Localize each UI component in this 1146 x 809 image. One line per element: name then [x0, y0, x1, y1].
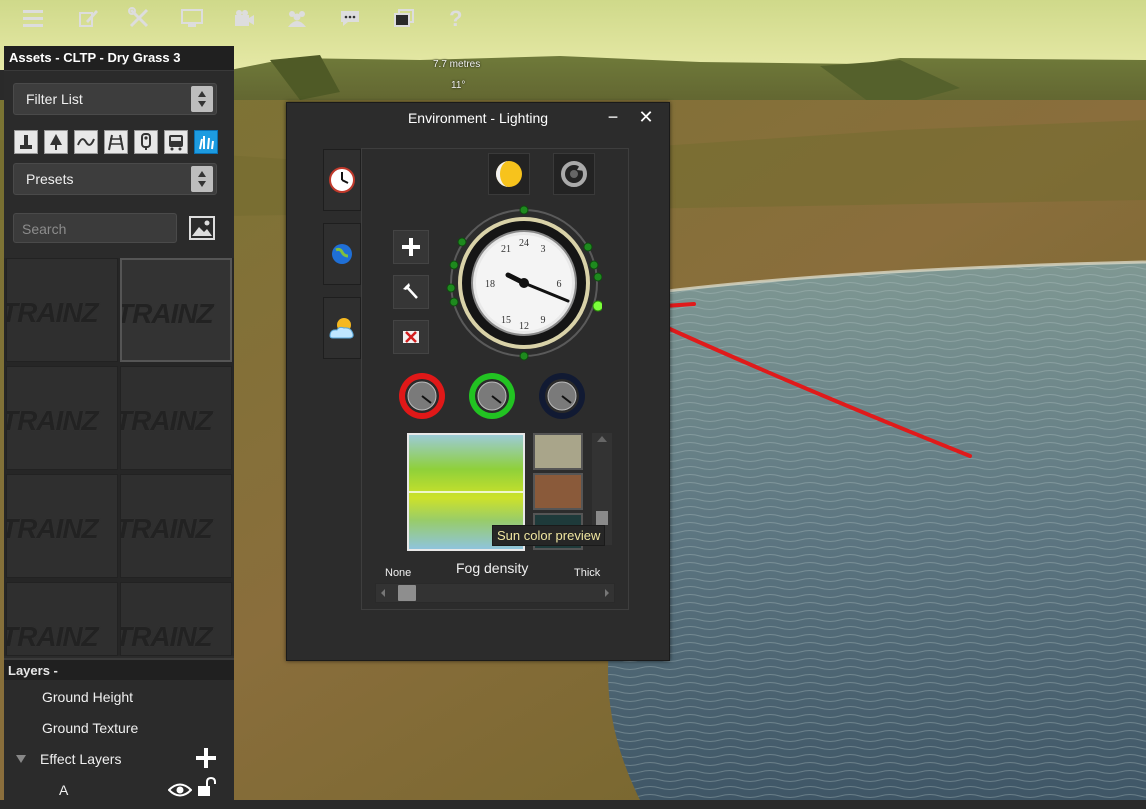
fog-density-label: Fog density [456, 560, 529, 576]
eye-icon[interactable] [167, 779, 193, 809]
svg-text:18: 18 [485, 279, 495, 290]
add-keyframe-button[interactable] [393, 230, 429, 264]
tab-weather[interactable] [323, 223, 361, 285]
svg-text:6: 6 [557, 279, 562, 290]
updown-arrows-icon[interactable] [191, 166, 213, 192]
updown-arrows-icon[interactable] [191, 86, 213, 112]
day-night-button[interactable] [488, 153, 530, 195]
asset-thumbnail[interactable]: TRAINZ [6, 366, 118, 470]
fog-density-slider[interactable] [375, 583, 615, 603]
presets-label: Presets [26, 171, 74, 187]
clock-icon [329, 167, 355, 193]
color-swatch[interactable] [533, 473, 583, 510]
search-field[interactable] [13, 213, 177, 244]
tools-icon[interactable] [125, 4, 153, 32]
globe-icon [332, 244, 352, 264]
fog-max-label: Thick [574, 567, 601, 579]
camera-icon[interactable] [230, 4, 258, 32]
menu-icon[interactable] [19, 4, 47, 32]
layer-effect-layers[interactable]: Effect Layers [4, 744, 234, 774]
sun-cloud-icon [329, 318, 354, 339]
time-of-day-dial[interactable]: 24 12 18 6 21 3 15 9 [446, 205, 604, 361]
layer-label: Ground Height [42, 689, 134, 705]
drivers-icon[interactable] [283, 4, 311, 32]
assets-panel-title: Assets - CLTP - Dry Grass 3 [4, 46, 234, 71]
grass-icon[interactable] [194, 130, 218, 154]
layer-label: Ground Texture [42, 720, 139, 736]
filter-list-label: Filter List [26, 91, 83, 107]
assets-panel: Assets - CLTP - Dry Grass 3 Filter List … [4, 46, 234, 800]
search-input[interactable] [14, 214, 174, 244]
asset-thumbnail[interactable]: TRAINZ [120, 474, 232, 578]
asset-thumbnail-grid: TRAINZ TRAINZ TRAINZ TRAINZ TRAINZ TRAIN… [4, 258, 234, 656]
asset-thumbnail[interactable]: TRAINZ [120, 258, 232, 362]
tab-time[interactable] [323, 149, 361, 211]
windows-icon[interactable] [390, 4, 418, 32]
unlock-icon[interactable] [196, 776, 218, 808]
edit-icon[interactable] [74, 4, 102, 32]
slider-thumb[interactable] [397, 585, 416, 601]
tab-lighting[interactable] [323, 297, 361, 359]
layer-ground-texture[interactable]: Ground Texture [4, 713, 234, 743]
svg-text:15: 15 [501, 315, 511, 326]
color-swatch[interactable] [533, 433, 583, 470]
fog-color-knob[interactable] [537, 371, 587, 421]
monitor-icon[interactable] [178, 4, 206, 32]
distance-readout: 7.7 metres [433, 59, 481, 70]
layer-label: A [59, 782, 69, 798]
svg-text:12: 12 [519, 321, 529, 332]
svg-text:?: ? [449, 6, 462, 30]
layer-ground-height[interactable]: Ground Height [4, 682, 234, 712]
environment-lighting-dialog: Environment - Lighting − ✕ 24 12 18 6 21… [286, 102, 670, 661]
spline-icon[interactable] [74, 130, 98, 154]
svg-text:24: 24 [519, 238, 529, 249]
refresh-icon [561, 161, 587, 187]
sun-color-knob[interactable] [467, 371, 517, 421]
close-button[interactable]: ✕ [636, 107, 656, 127]
sun-keyframe-marker [592, 300, 604, 312]
angle-readout: 11° [451, 80, 466, 91]
asset-thumbnail[interactable]: TRAINZ [6, 258, 118, 362]
traffic-icon[interactable] [134, 130, 158, 154]
fog-min-label: None [385, 567, 412, 579]
presets-dropdown[interactable]: Presets [13, 163, 217, 195]
train-icon[interactable] [164, 130, 188, 154]
layer-label: Effect Layers [40, 751, 122, 767]
svg-text:9: 9 [541, 315, 546, 326]
image-icon[interactable] [189, 215, 215, 241]
layer-a[interactable]: A [4, 775, 234, 805]
delete-icon [403, 331, 419, 343]
moon-sun-icon [496, 161, 522, 187]
wand-icon [403, 283, 418, 299]
asset-thumbnail[interactable]: TRAINZ [120, 366, 232, 470]
filter-list-dropdown[interactable]: Filter List [13, 83, 217, 115]
track-icon[interactable] [104, 130, 128, 154]
ambient-color-knob[interactable] [397, 371, 447, 421]
asset-thumbnail[interactable]: TRAINZ [120, 582, 232, 656]
object-icon[interactable] [14, 130, 38, 154]
plus-icon [402, 238, 420, 256]
lighting-controls-panel: 24 12 18 6 21 3 15 9 Sun color preview F… [361, 148, 629, 610]
svg-text:3: 3 [541, 244, 546, 255]
layers-header: Layers - [4, 658, 234, 680]
minimize-button[interactable]: − [603, 107, 623, 127]
edit-keyframe-button[interactable] [393, 275, 429, 309]
delete-keyframe-button[interactable] [393, 320, 429, 354]
sun-color-tooltip: Sun color preview [492, 525, 606, 546]
chat-icon[interactable] [336, 4, 364, 32]
asset-thumbnail[interactable]: TRAINZ [6, 582, 118, 656]
reset-time-button[interactable] [553, 153, 595, 195]
tree-icon[interactable] [44, 130, 68, 154]
help-icon[interactable]: ? [442, 4, 470, 32]
main-toolbar: ? [0, 0, 480, 36]
asset-thumbnail[interactable]: TRAINZ [6, 474, 118, 578]
svg-text:21: 21 [501, 244, 511, 255]
